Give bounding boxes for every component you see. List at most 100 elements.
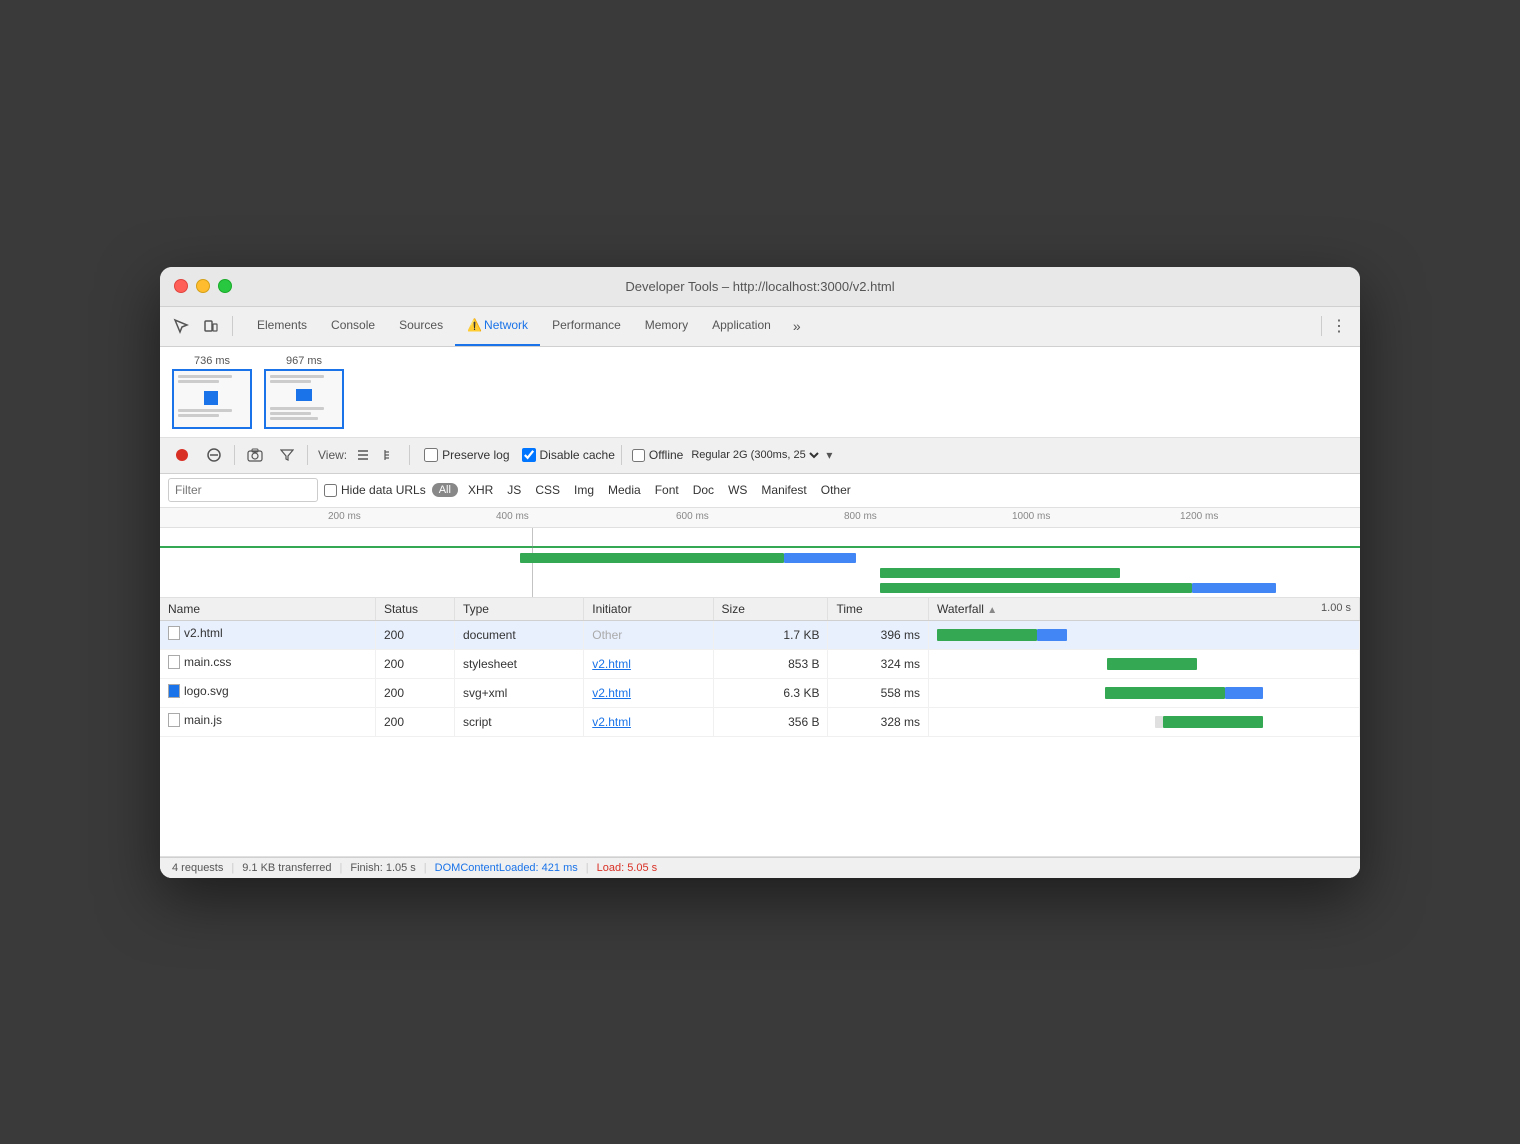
tab-icons [168,313,237,339]
network-toolbar: View: Preserve log Disable cache Offline [160,438,1360,474]
traffic-lights [174,279,232,293]
more-tabs-button[interactable]: » [787,314,807,338]
filter-type-manifest[interactable]: Manifest [757,481,810,499]
all-filter-badge[interactable]: All [432,483,458,497]
thumb-line [178,409,232,412]
table-row[interactable]: main.css 200 stylesheet v2.html 853 B 32… [160,649,1360,678]
cell-size: 853 B [713,649,828,678]
filmstrip-time-1: 736 ms [194,355,230,367]
cell-size: 356 B [713,707,828,736]
empty-space [160,737,1360,857]
ruler-tick-1200: 1200 ms [1180,511,1218,522]
device-toggle-button[interactable] [198,313,224,339]
cell-time: 328 ms [828,707,929,736]
filter-type-js[interactable]: JS [503,481,525,499]
tab-performance[interactable]: Performance [540,306,633,346]
overview-bar-maincss [880,568,1120,578]
filter-type-media[interactable]: Media [604,481,645,499]
cell-time: 396 ms [828,620,929,649]
col-header-waterfall[interactable]: Waterfall ▲ 1.00 s [929,598,1360,621]
filter-type-font[interactable]: Font [651,481,683,499]
preserve-log-group: Preserve log [424,448,509,462]
tab-network[interactable]: ⚠️ Network [455,306,540,346]
wf-bar-blue [1037,629,1067,641]
col-header-name[interactable]: Name [160,598,375,621]
wf-bar-green [1105,687,1225,699]
filter-type-xhr[interactable]: XHR [464,481,497,499]
offline-checkbox[interactable] [632,449,645,462]
devtools-menu-button[interactable]: ⋮ [1326,313,1352,339]
overview-green-line [160,546,1360,548]
file-icon [168,655,180,669]
filmstrip-item-1[interactable]: 736 ms [172,355,252,429]
minimize-button[interactable] [196,279,210,293]
table-row[interactable]: logo.svg 200 svg+xml v2.html 6.3 KB 558 … [160,678,1360,707]
filter-type-css[interactable]: CSS [531,481,564,499]
record-button[interactable] [168,441,196,469]
status-transferred: 9.1 KB transferred [242,862,331,874]
tab-bar: Elements Console Sources ⚠️ Network Perf… [160,307,1360,347]
filmstrip-item-2[interactable]: 967 ms [264,355,344,429]
tab-console[interactable]: Console [319,306,387,346]
col-header-type[interactable]: Type [454,598,583,621]
preserve-log-checkbox[interactable] [424,448,438,462]
initiator-link[interactable]: v2.html [592,657,631,671]
initiator-link[interactable]: v2.html [592,686,631,700]
tab-application[interactable]: Application [700,306,783,346]
filmstrip-thumb-2[interactable] [264,369,344,429]
table-row[interactable]: v2.html 200 document Other 1.7 KB 396 ms [160,620,1360,649]
hide-data-urls-checkbox[interactable] [324,484,337,497]
title-bar: Developer Tools – http://localhost:3000/… [160,267,1360,307]
network-table-container[interactable]: Name Status Type Initiator Size Time Wat… [160,598,1360,737]
col-header-size[interactable]: Size [713,598,828,621]
filter-input[interactable] [168,478,318,502]
toolbar-divider-2 [307,445,308,465]
sep4: | [586,862,589,874]
col-header-initiator[interactable]: Initiator [584,598,713,621]
filmstrip-thumb-1[interactable] [172,369,252,429]
toolbar-divider-3 [409,445,410,465]
filter-type-img[interactable]: Img [570,481,598,499]
filter-type-other[interactable]: Other [817,481,855,499]
toolbar-divider-4 [621,445,622,465]
list-view-button[interactable] [351,443,375,467]
wf-bar-blue [1225,687,1263,699]
camera-button[interactable] [241,441,269,469]
cell-waterfall [929,707,1360,736]
offline-label: Offline [649,448,683,462]
filter-button[interactable] [273,441,301,469]
overview-bar-v2html-green [520,553,784,563]
disable-cache-checkbox[interactable] [522,448,536,462]
initiator-link[interactable]: v2.html [592,715,631,729]
thumb-line [270,407,324,410]
tab-memory[interactable]: Memory [633,306,700,346]
filter-type-ws[interactable]: WS [724,481,751,499]
sep3: | [424,862,427,874]
cell-type: stylesheet [454,649,583,678]
ruler-tick-400: 400 ms [496,511,529,522]
filter-type-doc[interactable]: Doc [689,481,718,499]
devtools-body: Elements Console Sources ⚠️ Network Perf… [160,307,1360,878]
waterfall-cell [937,712,1351,732]
tree-view-button[interactable] [379,443,403,467]
table-header-row: Name Status Type Initiator Size Time Wat… [160,598,1360,621]
tab-sources[interactable]: Sources [387,306,455,346]
clear-button[interactable] [200,441,228,469]
inspect-element-button[interactable] [168,313,194,339]
thumb-line [270,375,324,378]
cell-initiator: v2.html [584,649,713,678]
col-header-status[interactable]: Status [375,598,454,621]
table-row[interactable]: main.js 200 script v2.html 356 B 328 ms [160,707,1360,736]
cell-status: 200 [375,678,454,707]
close-button[interactable] [174,279,188,293]
toolbar-divider [234,445,235,465]
status-finish: Finish: 1.05 s [350,862,415,874]
status-bar: 4 requests | 9.1 KB transferred | Finish… [160,857,1360,878]
overview-bar-logosvg-blue [1192,583,1276,593]
throttle-select[interactable]: Regular 2G (300ms, 25 [687,448,822,462]
col-header-time[interactable]: Time [828,598,929,621]
maximize-button[interactable] [218,279,232,293]
wf-bar-green [937,629,1037,641]
status-requests: 4 requests [172,862,223,874]
tab-elements[interactable]: Elements [245,306,319,346]
